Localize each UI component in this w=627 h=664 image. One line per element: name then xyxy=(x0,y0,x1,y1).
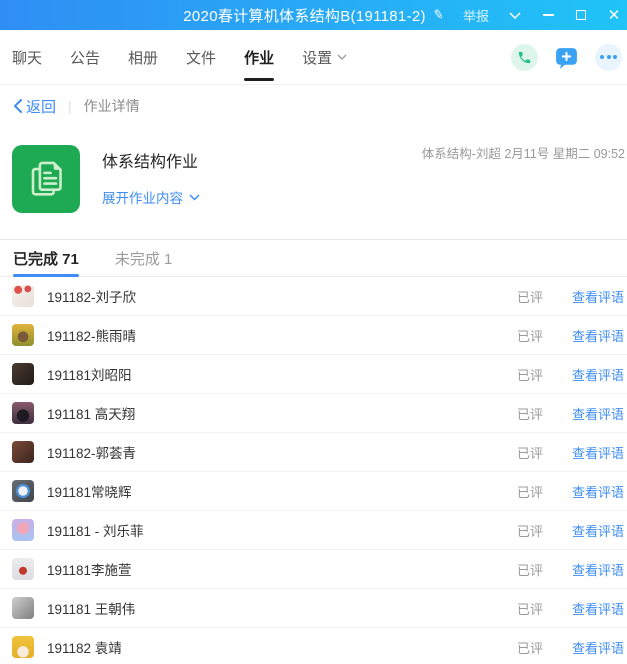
avatar xyxy=(12,402,34,424)
homework-document-icon xyxy=(12,145,80,213)
student-list: 191182-刘子欣 已评 查看评语 191182-熊雨晴 已评 查看评语 19… xyxy=(0,277,627,664)
maximize-icon[interactable] xyxy=(574,8,588,22)
graded-status: 已评 xyxy=(516,523,543,539)
student-name: 191182 袁靖 xyxy=(47,641,122,656)
student-row: 191181刘昭阳 已评 查看评语 xyxy=(0,355,627,394)
new-chat-button[interactable] xyxy=(553,44,580,71)
student-row: 191182-郭荟青 已评 查看评语 xyxy=(0,433,627,472)
view-comment-link[interactable]: 查看评语 xyxy=(572,443,624,462)
student-row: 191181常晓辉 已评 查看评语 xyxy=(0,472,627,511)
student-name: 191182-刘子欣 xyxy=(47,290,137,305)
nav-tab-announcements[interactable]: 公告 xyxy=(70,30,100,85)
nav-tab-chat[interactable]: 聊天 xyxy=(12,30,42,85)
student-row: 191181 - 刘乐菲 已评 查看评语 xyxy=(0,511,627,550)
more-button[interactable] xyxy=(595,43,622,71)
avatar xyxy=(12,480,34,502)
edit-title-icon[interactable]: ✎ xyxy=(432,6,445,24)
window-title: 2020春计算机体系结构B(191181-2) xyxy=(183,7,426,25)
view-comment-link[interactable]: 查看评语 xyxy=(572,560,624,579)
avatar xyxy=(12,285,34,307)
view-comment-link[interactable]: 查看评语 xyxy=(572,638,624,657)
student-name: 191181常晓辉 xyxy=(47,485,132,500)
student-name: 191181 - 刘乐菲 xyxy=(47,524,144,539)
assignment-meta: 体系结构-刘超 2月11号 星期二 09:52 xyxy=(421,147,625,161)
avatar xyxy=(12,558,34,580)
nav-tab-albums[interactable]: 相册 xyxy=(128,30,158,85)
phone-icon xyxy=(518,51,531,63)
graded-status: 已评 xyxy=(516,367,543,383)
view-comment-link[interactable]: 查看评语 xyxy=(572,404,624,423)
close-icon[interactable]: ✕ xyxy=(607,8,621,23)
graded-status: 已评 xyxy=(516,406,543,422)
student-row: 191182-刘子欣 已评 查看评语 xyxy=(0,277,627,316)
avatar xyxy=(12,636,34,658)
avatar xyxy=(12,324,34,346)
student-name: 191181 王朝伟 xyxy=(47,602,136,617)
more-dots-icon xyxy=(600,55,617,59)
student-row: 191181 高天翔 已评 查看评语 xyxy=(0,394,627,433)
window-controls: 举报 ✕ xyxy=(463,0,621,30)
graded-status: 已评 xyxy=(516,328,543,344)
student-row: 191182-熊雨晴 已评 查看评语 xyxy=(0,316,627,355)
student-name: 191182-郭荟青 xyxy=(47,446,137,461)
graded-status: 已评 xyxy=(516,601,543,617)
student-row: 191181李施萱 已评 查看评语 xyxy=(0,550,627,589)
view-comment-link[interactable]: 查看评语 xyxy=(572,599,624,618)
tab-incomplete[interactable]: 未完成 1 xyxy=(115,239,173,277)
nav-tab-homework[interactable]: 作业 xyxy=(244,30,275,85)
view-comment-link[interactable]: 查看评语 xyxy=(572,482,624,501)
graded-status: 已评 xyxy=(516,640,543,656)
back-button[interactable]: 返回 xyxy=(13,96,56,117)
student-name: 191181 高天翔 xyxy=(47,407,136,422)
page-title: 作业详情 xyxy=(83,98,140,114)
avatar xyxy=(12,441,34,463)
student-name: 191181刘昭阳 xyxy=(47,368,132,383)
nav-tab-files[interactable]: 文件 xyxy=(186,30,216,85)
tab-completed[interactable]: 已完成 71 xyxy=(13,239,79,277)
nav-action-icons xyxy=(511,43,622,71)
graded-status: 已评 xyxy=(516,445,543,461)
student-name: 191181李施萱 xyxy=(47,563,132,578)
breadcrumb: 返回 | 作业详情 xyxy=(0,85,627,127)
back-chevron-icon xyxy=(14,99,22,113)
plus-bubble-icon xyxy=(556,47,577,69)
assignment-card: 体系结构作业 展开作业内容 体系结构-刘超 2月11号 星期二 09:52 xyxy=(0,127,627,239)
assignment-title: 体系结构作业 xyxy=(102,154,199,171)
assignment-info: 体系结构作业 展开作业内容 xyxy=(102,145,200,213)
view-comment-link[interactable]: 查看评语 xyxy=(572,326,624,345)
student-row: 191182 袁靖 已评 查看评语 xyxy=(0,628,627,664)
window-titlebar: 2020春计算机体系结构B(191181-2) ✎ 举报 ✕ xyxy=(0,0,627,30)
view-comment-link[interactable]: 查看评语 xyxy=(572,365,624,384)
student-name: 191182-熊雨晴 xyxy=(47,329,137,344)
avatar xyxy=(12,519,34,541)
collapse-window-icon[interactable] xyxy=(508,8,522,22)
avatar xyxy=(12,363,34,385)
graded-status: 已评 xyxy=(516,289,543,305)
graded-status: 已评 xyxy=(516,562,543,578)
graded-status: 已评 xyxy=(516,484,543,500)
student-row: 191181 王朝伟 已评 查看评语 xyxy=(0,589,627,628)
view-comment-link[interactable]: 查看评语 xyxy=(572,287,624,306)
expand-assignment-button[interactable]: 展开作业内容 xyxy=(102,187,200,207)
avatar xyxy=(12,597,34,619)
phone-call-button[interactable] xyxy=(511,43,538,71)
report-button[interactable]: 举报 xyxy=(463,6,489,25)
status-tabs: 已完成 71 未完成 1 xyxy=(0,239,627,277)
view-comment-link[interactable]: 查看评语 xyxy=(572,521,624,540)
minimize-icon[interactable] xyxy=(541,8,555,22)
main-nav: 聊天 公告 相册 文件 作业 设置 xyxy=(0,30,627,85)
breadcrumb-divider: | xyxy=(68,98,72,114)
chevron-down-icon xyxy=(337,54,347,60)
nav-tab-settings[interactable]: 设置 xyxy=(302,30,347,85)
chevron-down-icon xyxy=(189,193,200,201)
